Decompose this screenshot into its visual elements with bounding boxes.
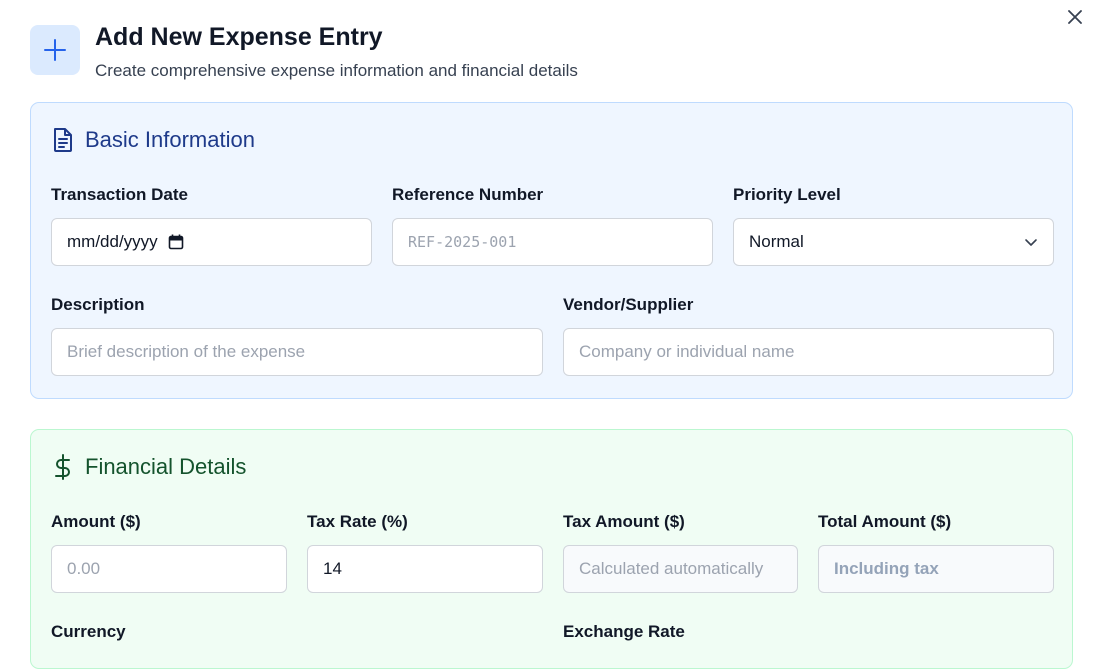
reference-number-input[interactable] (392, 218, 713, 266)
header-icon-tile (30, 25, 80, 75)
basic-information-section: Basic Information Transaction Date mm/dd… (30, 102, 1073, 399)
amount-input[interactable] (51, 545, 287, 593)
priority-level-value: Normal (749, 232, 804, 251)
document-icon (54, 128, 72, 152)
currency-label: Currency (51, 622, 126, 641)
dialog-subtitle: Create comprehensive expense information… (95, 61, 578, 80)
dialog-title: Add New Expense Entry (95, 23, 383, 51)
total-amount-input[interactable] (818, 545, 1054, 593)
dollar-icon (55, 454, 70, 480)
amount-label: Amount ($) (51, 512, 141, 531)
transaction-date-input[interactable]: mm/dd/yyyy (51, 218, 372, 266)
chevron-down-icon (1025, 239, 1037, 246)
reference-number-label: Reference Number (392, 185, 544, 204)
calendar-icon[interactable] (168, 234, 184, 250)
total-amount-label: Total Amount ($) (818, 512, 952, 531)
basic-section-title: Basic Information (85, 127, 255, 152)
tax-amount-input[interactable] (563, 545, 798, 593)
tax-amount-label: Tax Amount ($) (563, 512, 685, 531)
financial-details-section: Financial Details Amount ($) Tax Rate (%… (30, 429, 1073, 669)
vendor-label: Vendor/Supplier (563, 295, 694, 314)
priority-level-select[interactable]: Normal (733, 218, 1054, 266)
basic-section-header: Basic Information (51, 127, 255, 153)
vendor-input[interactable] (563, 328, 1054, 376)
transaction-date-value: mm/dd/yyyy (67, 232, 158, 251)
transaction-date-label: Transaction Date (51, 185, 188, 204)
financial-section-title: Financial Details (85, 454, 247, 479)
tax-rate-input[interactable] (307, 545, 543, 593)
plus-icon (44, 39, 66, 61)
close-button[interactable] (1064, 6, 1086, 28)
tax-rate-label: Tax Rate (%) (307, 512, 408, 531)
priority-level-label: Priority Level (733, 185, 841, 204)
description-input[interactable] (51, 328, 543, 376)
financial-section-header: Financial Details (51, 454, 246, 480)
close-icon (1068, 10, 1082, 24)
exchange-rate-label: Exchange Rate (563, 622, 685, 641)
description-label: Description (51, 295, 145, 314)
